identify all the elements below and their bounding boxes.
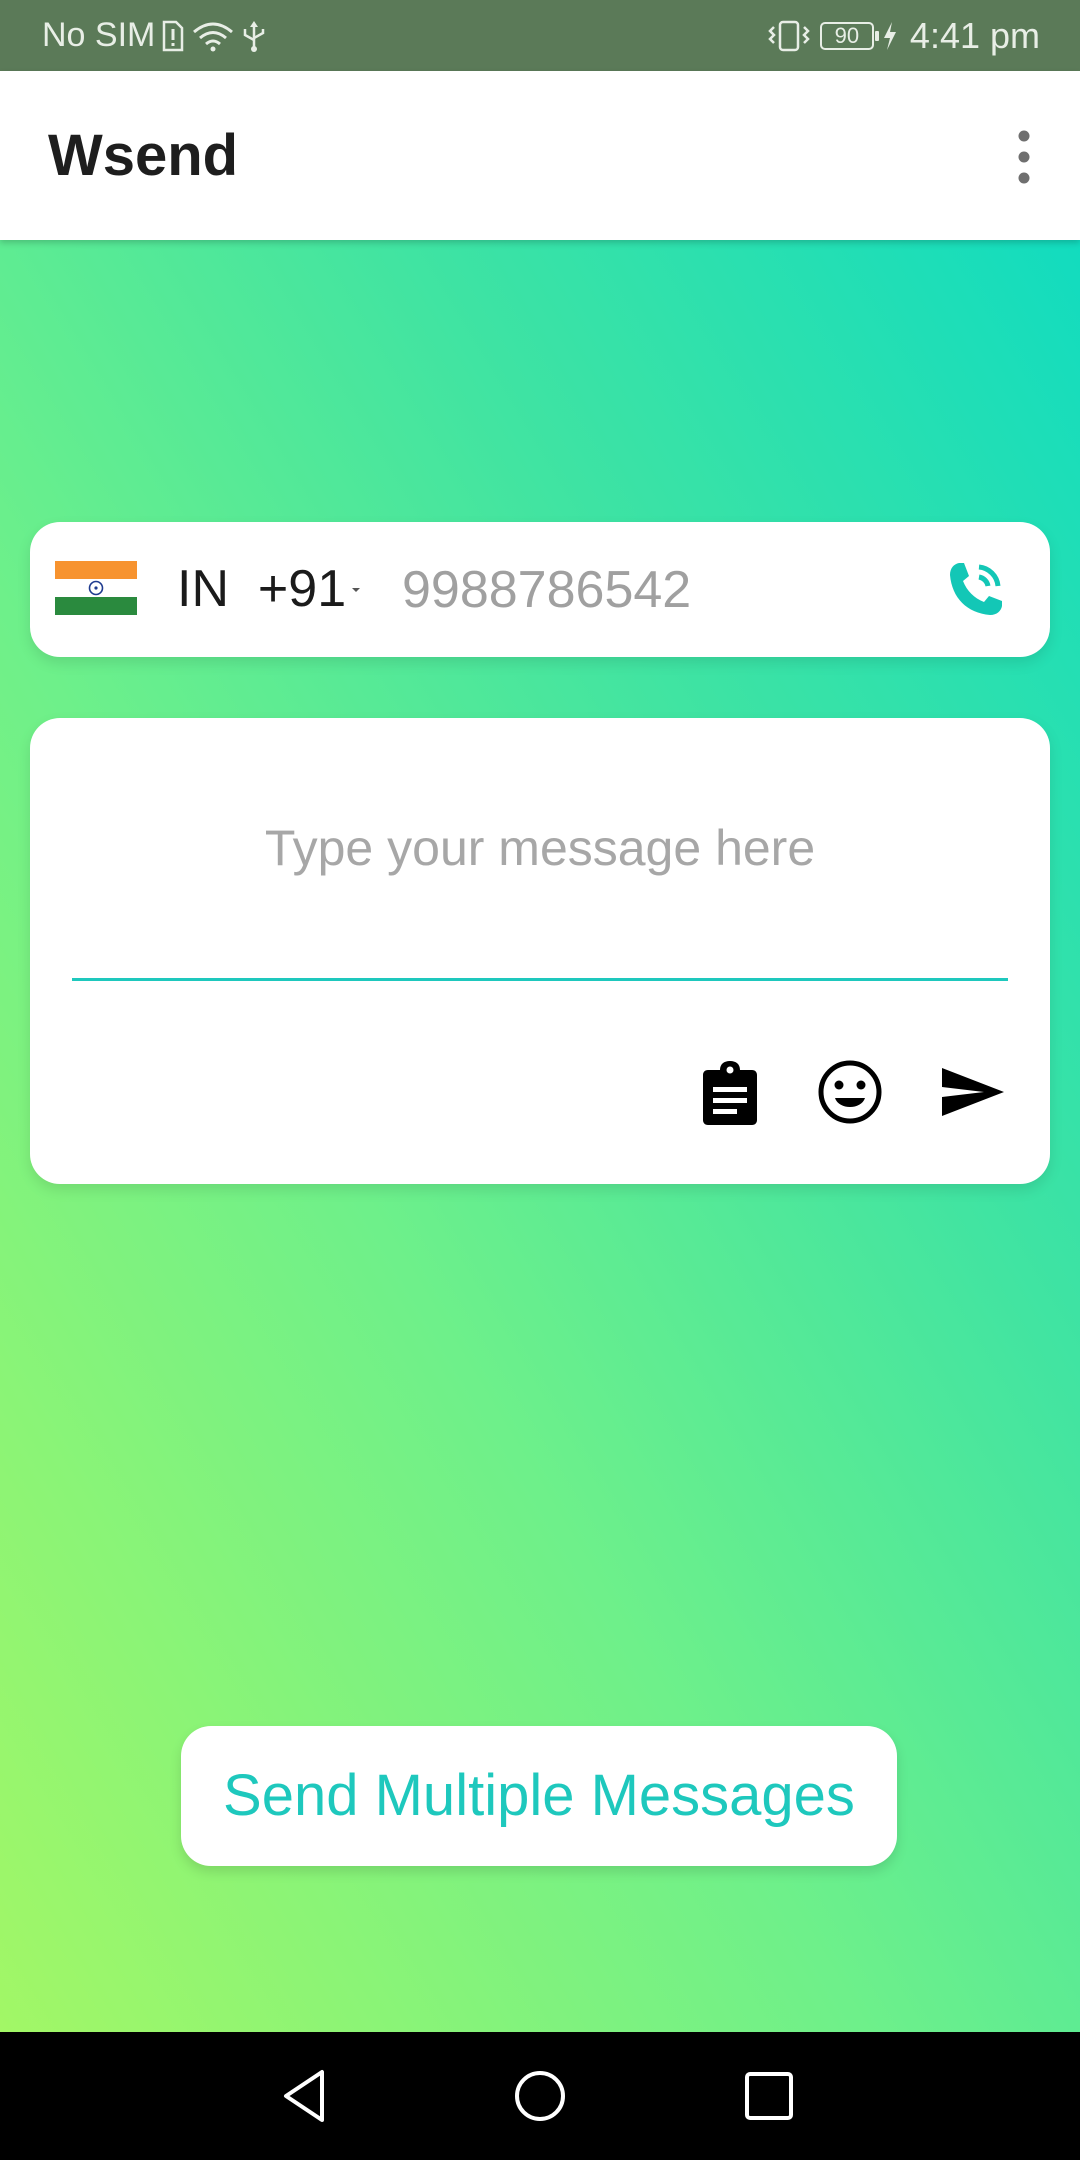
send-multiple-messages-button[interactable]: Send Multiple Messages [181,1726,897,1866]
clipboard-icon[interactable] [694,1056,766,1128]
message-input-underline [72,978,1008,981]
phone-number-card: IN +91 [30,522,1050,657]
dropdown-arrow-icon[interactable] [352,588,360,592]
sim-alert-icon [163,20,184,51]
more-vert-icon[interactable] [1004,127,1044,187]
carrier-label: No SIM [42,16,156,54]
vibrate-icon [768,20,810,51]
emoji-icon[interactable] [814,1056,886,1128]
main-content: IN +91 9988786542 Type your message here… [0,240,1080,2032]
charging-icon [883,21,896,50]
send-icon[interactable] [936,1056,1008,1128]
back-icon[interactable] [274,2062,342,2130]
wifi-icon [193,22,234,51]
dial-code-label: +91 [257,560,347,618]
clock: 4:41 pm [909,14,1040,56]
app-title: Wsend [48,123,239,188]
phone-call-icon[interactable] [942,555,1012,625]
india-flag-icon[interactable] [55,561,137,615]
navigation-bar [0,2032,1080,2160]
battery-icon: 90 [819,21,879,50]
status-left: No SIM [42,0,267,71]
usb-icon [244,20,265,52]
phone-number-input[interactable] [402,542,922,637]
battery-level: 90 [834,22,860,48]
message-input[interactable] [72,798,1008,898]
app-bar: Wsend [0,71,1080,240]
home-icon[interactable] [506,2062,574,2130]
recents-icon[interactable] [735,2062,803,2130]
status-bar: No SIM 90 4:41 pm [0,0,1080,71]
country-code-picker[interactable]: IN +91 [177,522,346,657]
message-card [30,718,1050,1184]
country-code-label: IN [177,560,229,618]
status-right: 90 4:41 pm [766,0,1040,71]
app-screen: No SIM 90 4:41 pm Wsend IN +91 998878654… [0,0,1080,2160]
